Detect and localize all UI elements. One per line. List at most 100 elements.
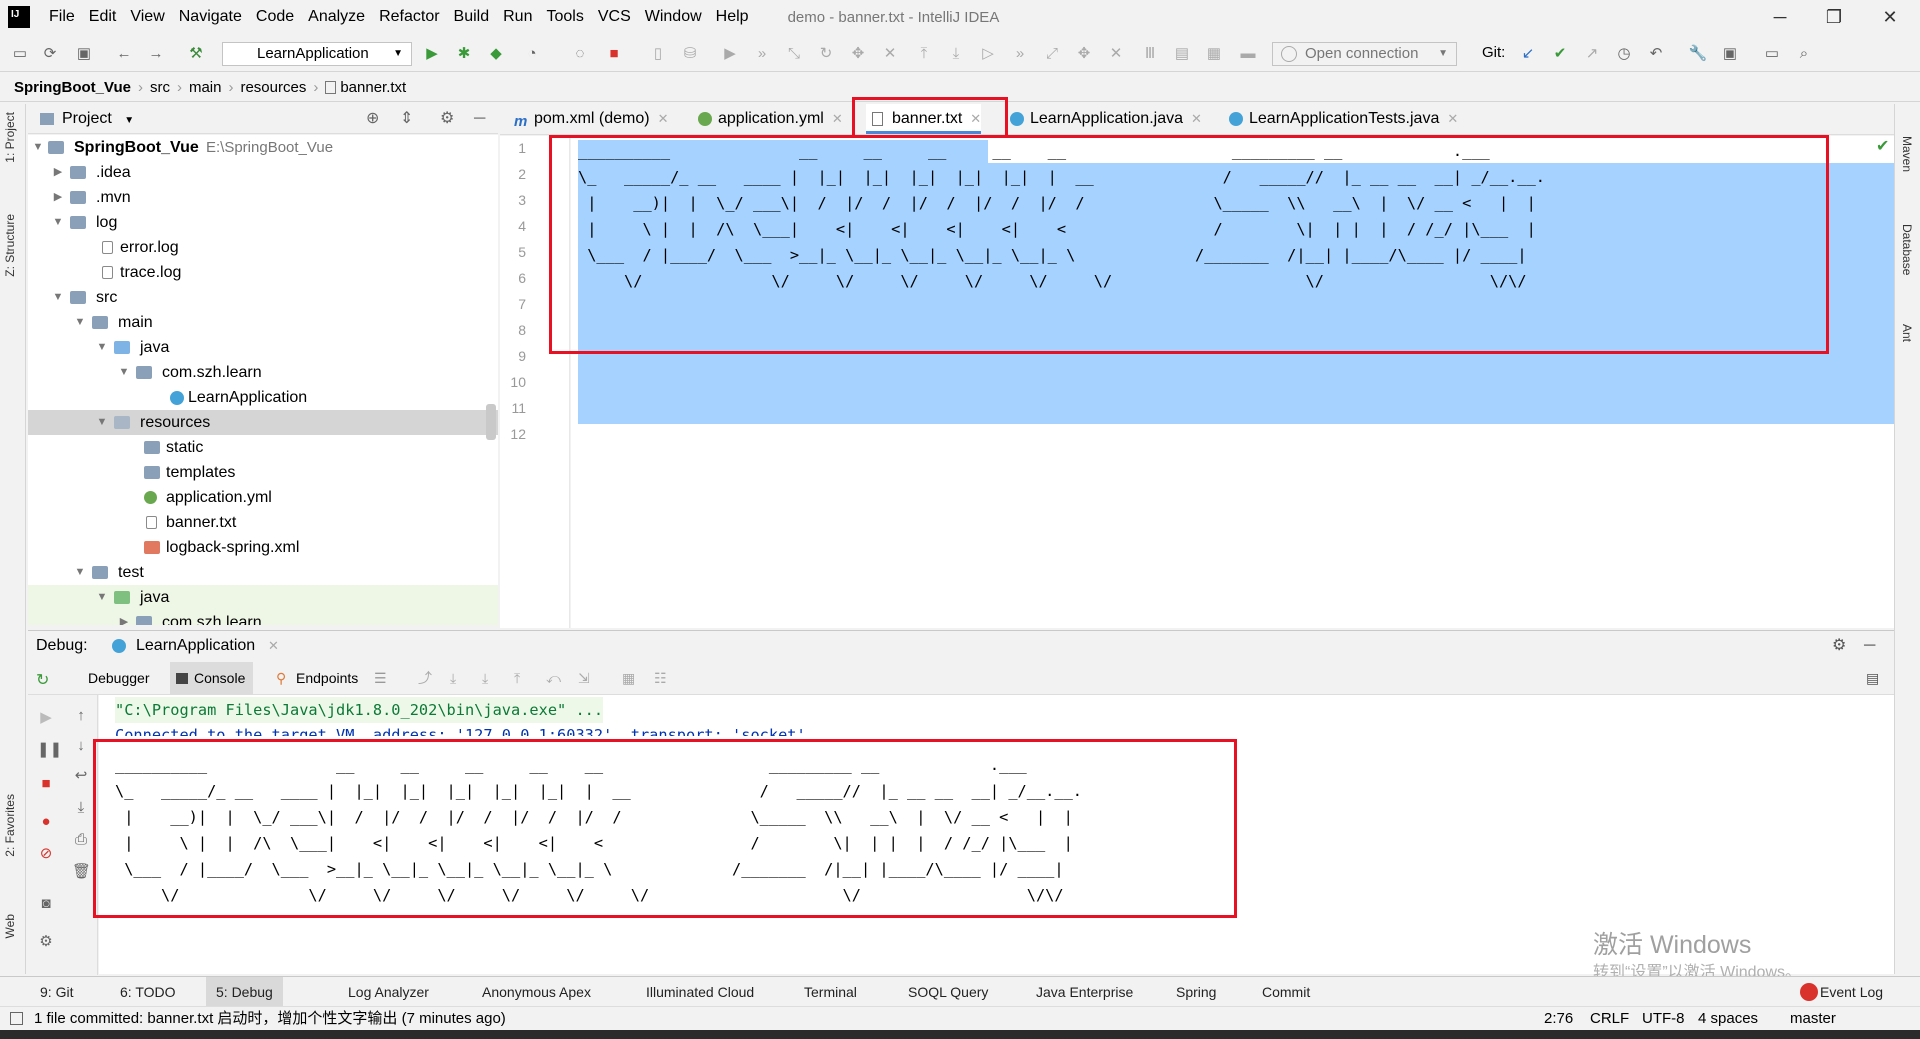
favorites-tool-tab[interactable]: 2: Favorites	[3, 794, 17, 857]
tree-item[interactable]: ▼ com.szh.learn	[28, 360, 498, 385]
tree-item[interactable]: ▼ log	[28, 210, 498, 235]
menu-icon[interactable]: ☰	[374, 662, 387, 695]
tree-item[interactable]: ▼ src	[28, 285, 498, 310]
menu-help[interactable]: Help	[709, 0, 756, 34]
tree-item[interactable]: ▼ main	[28, 310, 498, 335]
back-arrow-icon[interactable]: ←	[114, 44, 134, 64]
pause-icon[interactable]: ❚❚	[37, 741, 62, 759]
menu-refactor[interactable]: Refactor	[372, 0, 446, 34]
tree-item[interactable]: ▶ com.szh.learn	[28, 610, 498, 625]
tool-tab-log-analyzer[interactable]: Log Analyzer	[348, 977, 429, 1007]
hide-panel-icon[interactable]: ─	[474, 104, 485, 134]
menu-navigate[interactable]: Navigate	[172, 0, 249, 34]
save-all-icon[interactable]: ▣	[74, 44, 94, 64]
tool-tab-debug[interactable]: 5: Debug	[206, 977, 283, 1007]
tool-tab-git[interactable]: 9: Git	[40, 977, 73, 1007]
down-arrow-icon[interactable]: ↓	[72, 737, 90, 755]
line-separator[interactable]: CRLF	[1590, 1007, 1629, 1031]
tool-tab-todo[interactable]: 6: TODO	[120, 977, 176, 1007]
ant-tool-tab[interactable]: Ant	[1900, 324, 1914, 342]
structure-tool-tab[interactable]: Z: Structure	[3, 214, 17, 277]
breadcrumb-main[interactable]: main	[189, 79, 222, 96]
gear-icon[interactable]: ⚙	[440, 104, 454, 134]
breakpoints-icon[interactable]: ●	[37, 813, 55, 831]
close-button[interactable]: ✕	[1862, 0, 1918, 34]
collapse-icon[interactable]: ⇕	[400, 104, 413, 134]
locate-icon[interactable]: ⊕	[366, 104, 379, 134]
open-connection-select[interactable]: Open connection ▼	[1272, 42, 1457, 66]
tool-tab-commit[interactable]: Commit	[1262, 977, 1310, 1007]
coverage-icon[interactable]: ◆	[486, 44, 506, 64]
presentation-icon[interactable]: ▭	[1762, 44, 1782, 64]
status-message[interactable]: 1 file committed: banner.txt 启动时，增加个性文字输…	[34, 1007, 506, 1031]
menu-window[interactable]: Window	[638, 0, 709, 34]
tab-learn-application-tests[interactable]: LearnApplicationTests.java ✕	[1223, 104, 1458, 134]
tree-item[interactable]: LearnApplication	[28, 385, 498, 410]
gear-icon[interactable]: ⚙	[37, 933, 55, 951]
tree-item[interactable]: trace.log	[28, 260, 498, 285]
database-tool-tab[interactable]: Database	[1900, 224, 1914, 275]
forward-arrow-icon[interactable]: →	[146, 44, 166, 64]
layout-icon[interactable]: ▤	[1866, 662, 1879, 695]
tab-application-yml[interactable]: application.yml ✕	[692, 104, 843, 134]
minimize-button[interactable]: ─	[1752, 0, 1808, 34]
hide-panel-icon[interactable]: ─	[1864, 631, 1875, 661]
tab-debugger[interactable]: Debugger	[80, 662, 158, 695]
tree-item[interactable]: ▶ .mvn	[28, 185, 498, 210]
menu-tools[interactable]: Tools	[539, 0, 590, 34]
tool-tab-soql-query[interactable]: SOQL Query	[908, 977, 988, 1007]
stop-icon[interactable]: ■	[37, 775, 55, 793]
menu-build[interactable]: Build	[447, 0, 497, 34]
tool-tab-illuminated-cloud[interactable]: Illuminated Cloud	[646, 977, 754, 1007]
tree-item-selected[interactable]: ▼ resources	[28, 410, 498, 435]
tree-item[interactable]: ▼ java	[28, 335, 498, 360]
tree-item[interactable]: ▼ java	[28, 585, 498, 610]
profile-icon[interactable]: ◔	[522, 44, 542, 64]
project-panel-title[interactable]: Project	[62, 110, 112, 127]
mute-breakpoints-icon[interactable]: ⊘	[37, 845, 55, 863]
maximize-button[interactable]: ❐	[1806, 0, 1862, 34]
tree-item[interactable]: banner.txt	[28, 510, 498, 535]
file-encoding[interactable]: UTF-8	[1642, 1007, 1685, 1031]
tool-tab-anonymous-apex[interactable]: Anonymous Apex	[482, 977, 591, 1007]
run-config-select[interactable]: LearnApplication ▼	[222, 42, 412, 66]
menu-vcs[interactable]: VCS	[591, 0, 638, 34]
tab-endpoints[interactable]: ⚲ Endpoints	[272, 662, 358, 695]
close-icon[interactable]: ✕	[1447, 111, 1458, 126]
scroll-to-end-icon[interactable]: ⤓	[72, 799, 90, 817]
git-commit-icon[interactable]: ✔	[1550, 44, 1570, 64]
tree-item[interactable]: error.log	[28, 235, 498, 260]
run-icon[interactable]: ▶	[422, 44, 442, 64]
web-tool-tab[interactable]: Web	[3, 914, 17, 938]
up-arrow-icon[interactable]: ↑	[72, 707, 90, 725]
caret-position[interactable]: 2:76	[1544, 1007, 1573, 1031]
menu-view[interactable]: View	[123, 0, 171, 34]
menu-file[interactable]: File	[42, 0, 82, 34]
debug-config-tab[interactable]: LearnApplication	[136, 631, 255, 661]
search-icon[interactable]: ⌕	[1794, 44, 1814, 64]
tree-scrollbar[interactable]	[486, 404, 496, 440]
git-update-icon[interactable]: ↙	[1518, 44, 1538, 64]
git-branch[interactable]: master	[1790, 1007, 1836, 1031]
rerun-icon[interactable]: ↻	[36, 670, 49, 690]
sync-icon[interactable]: ⟳	[40, 44, 60, 64]
tree-item[interactable]: templates	[28, 460, 498, 485]
stop-icon[interactable]: ■	[604, 44, 624, 64]
close-icon[interactable]: ✕	[658, 111, 669, 126]
tree-item[interactable]: ▶ .idea	[28, 160, 498, 185]
menu-code[interactable]: Code	[249, 0, 301, 34]
menu-analyze[interactable]: Analyze	[301, 0, 372, 34]
inspection-ok-icon[interactable]: ✔	[1876, 136, 1889, 156]
debug-icon[interactable]: ✱	[454, 44, 474, 64]
git-push-icon[interactable]: ↗	[1582, 44, 1602, 64]
tree-item[interactable]: static	[28, 435, 498, 460]
tree-item[interactable]: logback-spring.xml	[28, 535, 498, 560]
camera-icon[interactable]: ◙	[37, 895, 55, 913]
project-tool-tab[interactable]: 1: Project	[3, 112, 17, 163]
menu-edit[interactable]: Edit	[82, 0, 124, 34]
tool-tab-java-enterprise[interactable]: Java Enterprise	[1036, 977, 1133, 1007]
tab-pom-xml[interactable]: m pom.xml (demo) ✕	[508, 104, 668, 134]
maven-tool-tab[interactable]: Maven	[1900, 136, 1914, 172]
tab-console[interactable]: Console	[170, 662, 254, 695]
chevron-down-icon[interactable]: ▼	[124, 115, 134, 126]
